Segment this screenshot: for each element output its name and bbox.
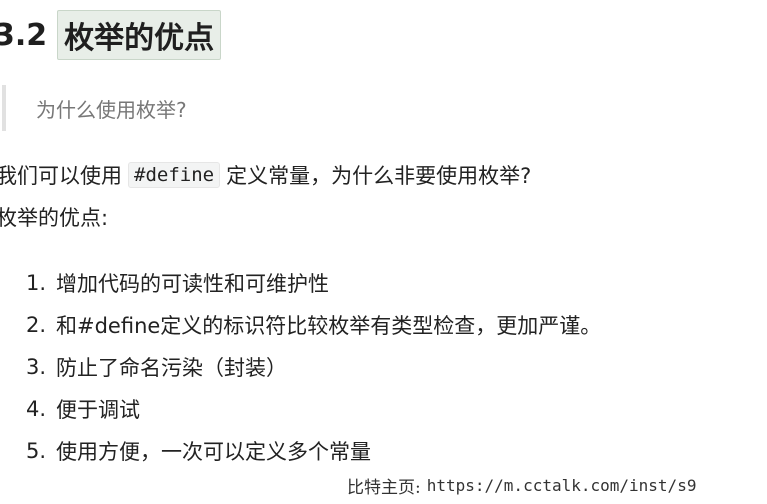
section-title: 枚举的优点: [57, 10, 222, 60]
list-item-text: 防止了命名污染（封装）: [56, 356, 287, 380]
list-item-index: 4.: [26, 397, 47, 421]
paragraph-text-after: 定义常量，为什么非要使用枚举?: [226, 164, 532, 188]
list-item: 2. 和#define定义的标识符比较枚举有类型检查，更加严谨。: [26, 304, 601, 346]
paragraph-question: 我们可以使用 #define 定义常量，为什么非要使用枚举?: [0, 158, 531, 192]
list-item-text: 和#define定义的标识符比较枚举有类型检查，更加严谨。: [56, 314, 602, 338]
list-item-index: 2.: [26, 313, 47, 337]
watermark-footer: 比特主页: https://m.cctalk.com/inst/s9: [347, 470, 767, 500]
paragraph-text-before: 我们可以使用: [0, 164, 122, 188]
list-item: 5. 使用方便，一次可以定义多个常量: [26, 430, 601, 472]
list-item-text: 增加代码的可读性和可维护性: [56, 272, 329, 296]
section-number: 3.2: [0, 17, 48, 53]
footer-label: 比特主页:: [347, 477, 421, 498]
list-item: 3. 防止了命名污染（封装）: [26, 346, 601, 388]
paragraph-advantages-label: 枚举的优点:: [0, 206, 109, 230]
list-item: 1. 增加代码的可读性和可维护性: [26, 262, 601, 304]
list-item-index: 1.: [26, 271, 47, 295]
list-item-index: 3.: [26, 355, 47, 379]
list-item: 4. 便于调试: [26, 388, 601, 430]
list-item-text: 使用方便，一次可以定义多个常量: [56, 440, 371, 464]
list-item-index: 5.: [26, 439, 47, 463]
section-heading: 3.2 枚举的优点: [0, 6, 222, 64]
footer-url: https://m.cctalk.com/inst/s9: [426, 475, 697, 495]
quote-text: 为什么使用枚举?: [36, 97, 187, 122]
blockquote: 为什么使用枚举?: [0, 84, 767, 132]
list-item-text: 便于调试: [56, 398, 140, 422]
inline-code: #define: [128, 162, 221, 188]
quote-bar: [2, 85, 6, 131]
advantages-list: 1. 增加代码的可读性和可维护性 2. 和#define定义的标识符比较枚举有类…: [26, 262, 601, 472]
